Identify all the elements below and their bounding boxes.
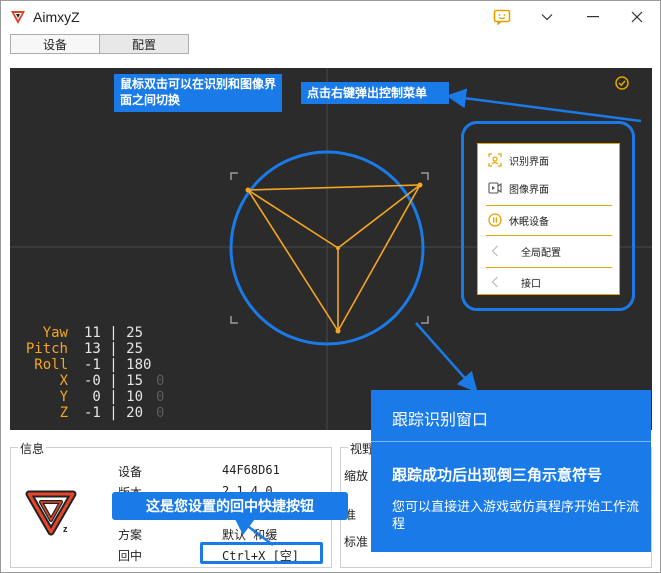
scan-face-icon [487,152,503,168]
video-icon [487,180,503,196]
title-bar[interactable]: AimxyZ [1,1,660,33]
menu-item-global-config[interactable]: 全局配置 [478,237,619,265]
hotkey-callout: 这是您设置的回中快捷按钮 [112,492,348,520]
minimize-button[interactable] [524,1,570,33]
menu-item-interface[interactable]: 接口 [478,268,619,296]
maximize-button[interactable] [570,1,616,33]
tooltip-body: 您可以直接进入游戏或仿真程序开始工作流程 [392,499,640,531]
minus-icon [587,16,599,18]
view-zoom-label: 缩放 [344,469,369,483]
menu-item-image[interactable]: 图像界面 [478,174,619,202]
context-menu: 识别界面 图像界面 休眠设备 全局配置 接口 [477,143,620,295]
close-icon [631,11,643,23]
close-button[interactable] [614,1,660,33]
pause-circle-icon [487,212,503,228]
chevron-left-icon [487,274,503,290]
smile-chat-icon [493,9,511,25]
double-click-callout: 鼠标双击可以在识别和图像界面之间切换 [114,74,282,112]
view-standard-label: 标准 [344,535,369,549]
target-brackets [230,172,429,324]
right-click-callout: 点击右键弹出控制菜单 [301,82,449,104]
svg-text:z: z [63,524,68,534]
menu-separator [486,235,612,236]
menu-item-recognition[interactable]: 识别界面 [478,146,619,174]
hotkey-highlight [200,542,323,564]
check-circle-icon[interactable] [614,75,630,91]
tab-bar: 设备 配置 [10,34,189,54]
menu-item-sleep[interactable]: 休眠设备 [478,206,619,234]
info-value-scheme: 默认 和缓 [222,528,278,542]
window-title: AimxyZ [33,9,80,25]
product-logo-icon: z [25,490,77,536]
feedback-button[interactable] [479,1,525,33]
tooltip-title: 跟踪识别窗口 [392,412,489,429]
info-value-device: 44F68D61 [222,463,280,477]
tooltip-divider [371,441,651,442]
info-key-recenter: 回中 [118,549,143,563]
tracking-viewport[interactable]: 鼠标双击可以在识别和图像界面之间切换 点击右键弹出控制菜单 识别界面 图像界面 [10,68,652,430]
app-logo-icon [11,11,25,24]
tab-config[interactable]: 配置 [99,34,189,54]
chevron-left-icon [487,243,503,259]
tracking-window-tooltip: 跟踪识别窗口 跟踪成功后出现倒三角示意符号 您可以直接进入游戏或仿真程序开始工作… [371,390,651,552]
info-panel-title: 信息 [18,440,47,457]
info-key-scheme: 方案 [118,528,143,542]
info-key-device: 设备 [118,465,143,479]
inverted-triangle [246,184,422,333]
chevron-down-icon [541,14,553,21]
tab-device[interactable]: 设备 [10,34,100,54]
app-window: AimxyZ 设备 配置 鼠标双击可以在识别和图像界面之间切换 点击右键弹出控制… [0,0,661,573]
tooltip-heading: 跟踪成功后出现倒三角示意符号 [392,467,603,484]
